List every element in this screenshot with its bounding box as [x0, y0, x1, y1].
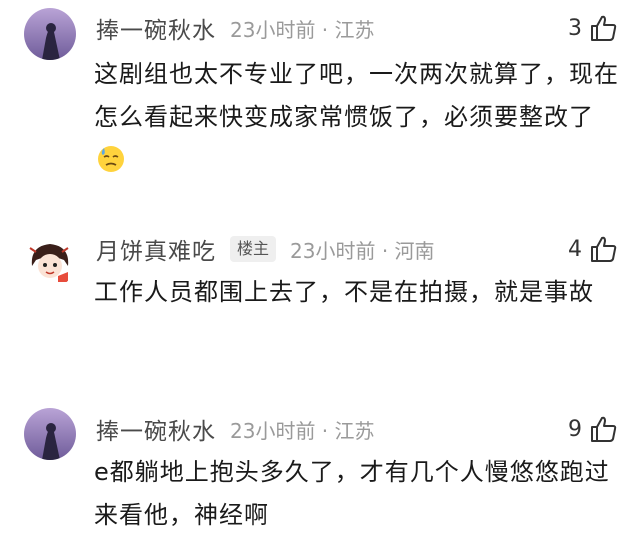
- username[interactable]: 捧一碗秋水: [96, 11, 216, 45]
- comment-header: 捧一碗秋水 23小时前 · 江苏: [96, 409, 375, 449]
- comment-text: 这剧组也太不专业了吧，一次两次就算了，现在怎么看起来快变成家常惯饭了，必须要整改…: [94, 60, 619, 131]
- sweat-face-icon: [98, 146, 124, 172]
- like-count: 4: [568, 236, 582, 262]
- username[interactable]: 月饼真难吃: [96, 232, 216, 266]
- thumbs-up-icon: [591, 236, 617, 262]
- avatar[interactable]: [24, 236, 76, 288]
- comment-text-wrap: 这剧组也太不专业了吧，一次两次就算了，现在怎么看起来快变成家常惯饭了，必须要整改…: [94, 53, 624, 182]
- like-button[interactable]: 3: [568, 8, 618, 48]
- comment-meta: 23小时前 · 江苏: [230, 17, 375, 42]
- avatar[interactable]: [24, 408, 76, 460]
- thumbs-up-icon: [591, 15, 617, 41]
- comment-header: 捧一碗秋水 23小时前 · 江苏: [96, 8, 375, 48]
- like-count: 9: [568, 416, 582, 442]
- thumbs-up-icon: [591, 416, 617, 442]
- username[interactable]: 捧一碗秋水: [96, 412, 216, 446]
- avatar[interactable]: [24, 8, 76, 60]
- comment-meta: 23小时前 · 河南: [290, 238, 435, 263]
- like-button[interactable]: 4: [568, 229, 618, 269]
- like-count: 3: [568, 15, 582, 41]
- comment-meta: 23小时前 · 江苏: [230, 418, 375, 443]
- comment-text: 工作人员都围上去了，不是在拍摄，就是事故: [94, 278, 594, 306]
- comment-text: e都躺地上抱头多久了，才有几个人慢悠悠跑过来看他，神经啊: [94, 458, 610, 529]
- author-badge: 楼主: [230, 236, 277, 262]
- comment-header: 月饼真难吃 楼主 23小时前 · 河南: [96, 229, 435, 269]
- like-button[interactable]: 9: [568, 409, 618, 449]
